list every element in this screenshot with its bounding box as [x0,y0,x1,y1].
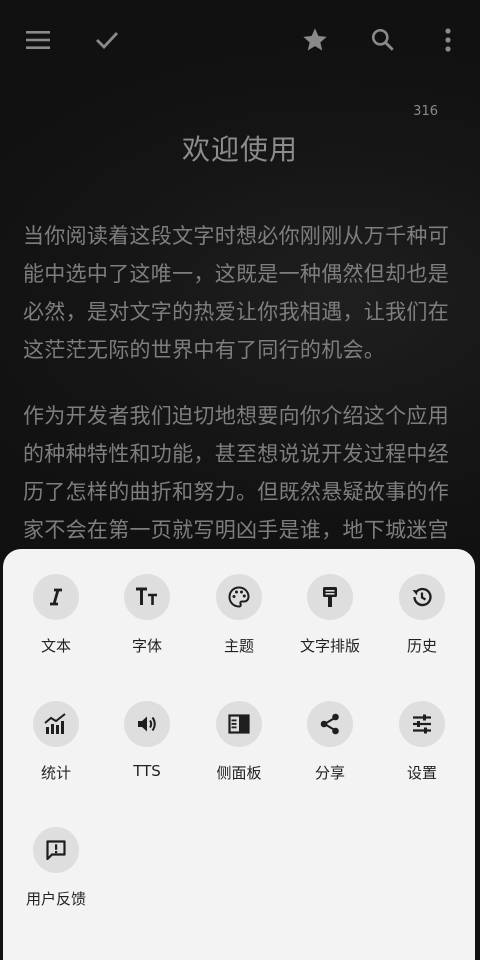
menu-item-label: 用户反馈 [25,890,86,908]
top-toolbar [0,0,480,78]
menu-item-typesetting[interactable]: 文字排版 [284,549,376,659]
font-size-icon [124,574,170,620]
menu-icon[interactable] [20,22,56,58]
history-icon [399,574,445,620]
menu-item-label: 历史 [406,637,437,655]
menu-item-label: 字体 [131,637,162,655]
menu-item-history[interactable]: 历史 [376,549,468,659]
menu-item-feedback[interactable]: 用户反馈 [10,802,102,912]
tune-icon [399,701,445,747]
menu-item-tts[interactable]: TTS [101,676,193,786]
menu-item-settings[interactable]: 设置 [376,676,468,786]
menu-item-font[interactable]: 字体 [101,549,193,659]
menu-item-label: 统计 [40,764,71,782]
chapter-title: 欢迎使用 [181,133,298,166]
check-icon[interactable] [89,22,125,58]
stats-chart-icon [33,701,79,747]
menu-item-share[interactable]: 分享 [284,676,376,786]
reader-menu-sheet: 文本 字体 主题 文字排版 历史 统计 TTS 侧面板 分享 设置 用户反馈 [3,549,475,960]
menu-item-stats[interactable]: 统计 [10,676,102,786]
paragraph-2: 作为开发者我们迫切地想要向你介绍这个应用的种种特性和功能，甚至想说说开发过程中经… [23,404,449,542]
menu-item-label: 文本 [40,637,71,655]
star-icon[interactable] [297,22,333,58]
menu-item-label: 分享 [314,764,345,782]
side-panel-icon [216,701,262,747]
paragraph-1: 当你阅读着这段文字时想必你刚刚从万千种可能中选中了这唯一，这既是一种偶然但却也是… [23,224,449,362]
menu-item-label: 侧面板 [216,764,262,782]
menu-item-label: 设置 [406,764,437,782]
volume-icon [124,701,170,747]
search-icon[interactable] [365,22,401,58]
page-number: 316 [413,104,438,119]
feedback-icon [33,827,79,873]
menu-item-label: 文字排版 [299,637,360,655]
more-vert-icon[interactable] [430,22,466,58]
menu-item-theme[interactable]: 主题 [193,549,285,659]
menu-item-side-panel[interactable]: 侧面板 [193,676,285,786]
italic-text-icon [33,574,79,620]
menu-item-label: TTS [133,762,161,780]
menu-item-text[interactable]: 文本 [10,549,102,659]
share-icon [307,701,353,747]
menu-item-label: 主题 [223,637,254,655]
format-paint-icon [307,574,353,620]
palette-icon [216,574,262,620]
